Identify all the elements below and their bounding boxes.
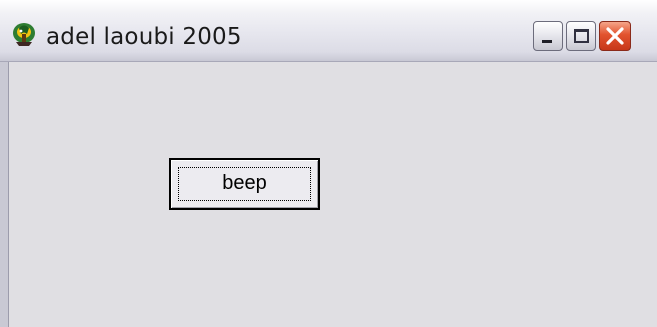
beep-button[interactable]: beep — [169, 158, 320, 210]
window-left-border — [8, 62, 9, 327]
app-logo-icon[interactable] — [10, 20, 38, 48]
maximize-icon — [574, 29, 589, 43]
minimize-icon — [542, 40, 552, 43]
app-window: adel laoubi 2005 beep — [0, 0, 657, 327]
maximize-button[interactable] — [566, 21, 596, 51]
window-title: adel laoubi 2005 — [46, 24, 242, 50]
title-bar[interactable]: adel laoubi 2005 — [0, 0, 657, 62]
close-button[interactable] — [599, 21, 631, 51]
close-icon — [604, 25, 626, 47]
minimize-button[interactable] — [533, 21, 563, 51]
focus-rectangle: beep — [178, 167, 311, 201]
beep-button-label: beep — [222, 171, 267, 194]
client-area — [0, 62, 657, 327]
